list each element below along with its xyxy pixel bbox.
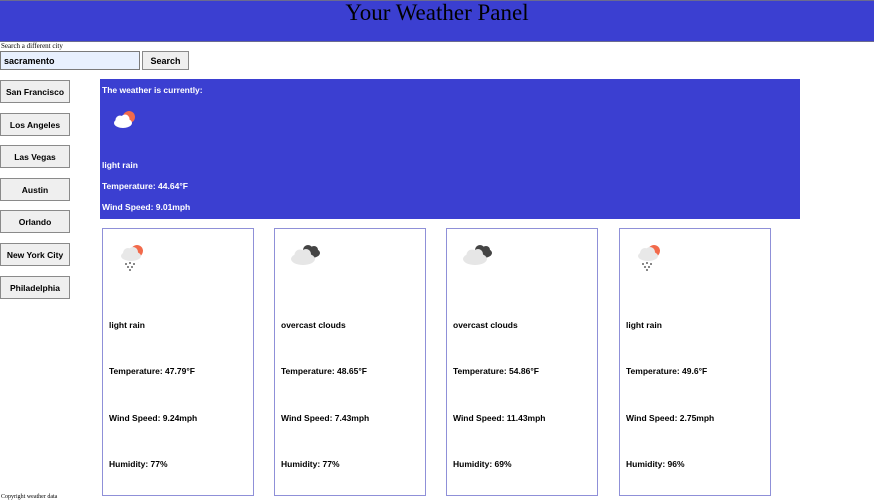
page-header: Your Weather Panel xyxy=(0,0,874,42)
forecast-wind-speed: Wind Speed: 9.24mph xyxy=(109,413,198,423)
forecast-card: light rain Temperature: 49.6°F Wind Spee… xyxy=(619,228,771,496)
forecast-humidity: Humidity: 96% xyxy=(626,459,685,469)
current-wind-speed: Wind Speed: 9.01mph xyxy=(102,202,191,212)
forecast-wind-speed: Wind Speed: 11.43mph xyxy=(453,413,546,423)
city-button-san-francisco[interactable]: San Francisco xyxy=(0,80,70,103)
forecast-wind-speed: Wind Speed: 7.43mph xyxy=(281,413,370,423)
city-button-austin[interactable]: Austin xyxy=(0,178,70,201)
forecast-humidity: Humidity: 77% xyxy=(109,459,168,469)
city-button-las-vegas[interactable]: Las Vegas xyxy=(0,145,70,168)
city-button-los-angeles[interactable]: Los Angeles xyxy=(0,113,70,136)
rain-cloud-sun-icon xyxy=(117,243,149,278)
city-button-philadelphia[interactable]: Philadelphia xyxy=(0,276,70,299)
forecast-humidity: Humidity: 69% xyxy=(453,459,512,469)
forecast-description: overcast clouds xyxy=(453,320,518,330)
rain-cloud-sun-icon xyxy=(634,243,666,278)
footer-note: Copyright weather data xyxy=(1,494,58,500)
overcast-clouds-icon xyxy=(289,243,323,274)
forecast-description: light rain xyxy=(109,320,145,330)
forecast-temperature: Temperature: 47.79°F xyxy=(109,366,195,376)
current-description: light rain xyxy=(102,160,138,170)
page-title: Your Weather Panel xyxy=(345,0,529,25)
forecast-temperature: Temperature: 49.6°F xyxy=(626,366,708,376)
overcast-clouds-icon xyxy=(461,243,495,274)
current-heading: The weather is currently: xyxy=(102,85,203,95)
sun-behind-cloud-icon xyxy=(112,109,140,136)
forecast-card: overcast clouds Temperature: 48.65°F Win… xyxy=(274,228,426,496)
current-weather-panel: The weather is currently: light rain Tem… xyxy=(100,79,800,219)
current-temperature: Temperature: 44.64°F xyxy=(102,181,188,191)
forecast-description: overcast clouds xyxy=(281,320,346,330)
forecast-temperature: Temperature: 48.65°F xyxy=(281,366,367,376)
forecast-card: light rain Temperature: 47.79°F Wind Spe… xyxy=(102,228,254,496)
city-button-new-york-city[interactable]: New York City xyxy=(0,243,70,266)
city-button-orlando[interactable]: Orlando xyxy=(0,210,70,233)
search-button[interactable]: Search xyxy=(142,51,189,70)
forecast-wind-speed: Wind Speed: 2.75mph xyxy=(626,413,715,423)
forecast-description: light rain xyxy=(626,320,662,330)
search-input[interactable] xyxy=(0,51,140,70)
forecast-card: overcast clouds Temperature: 54.86°F Win… xyxy=(446,228,598,496)
search-label: Search a different city xyxy=(1,42,63,50)
forecast-temperature: Temperature: 54.86°F xyxy=(453,366,539,376)
forecast-humidity: Humidity: 77% xyxy=(281,459,340,469)
